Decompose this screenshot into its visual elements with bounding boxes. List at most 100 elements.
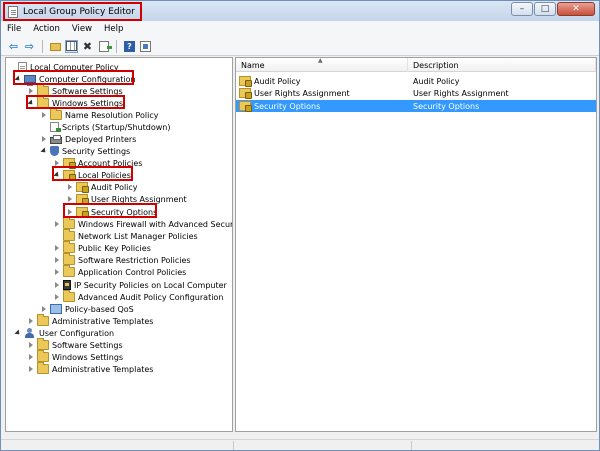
title-bar[interactable]: Local Group Policy Editor – □ ✕ xyxy=(1,1,599,21)
menu-file[interactable]: File xyxy=(7,24,21,34)
tree-item-user-configuration[interactable]: User Configuration xyxy=(14,327,114,339)
menu-view[interactable]: View xyxy=(72,24,92,34)
tree-item-computer-configuration[interactable]: Computer Configuration xyxy=(14,73,136,86)
folder-lock-icon xyxy=(239,76,252,87)
close-button[interactable]: ✕ xyxy=(557,2,595,16)
tree-pane[interactable]: Local Computer Policy Computer Configura… xyxy=(5,57,233,432)
tree-item-scripts[interactable]: Scripts (Startup/Shutdown) xyxy=(40,121,170,133)
tree-item-name-resolution-policy[interactable]: Name Resolution Policy xyxy=(40,108,159,121)
tree-item-label: Account Policies xyxy=(78,158,143,168)
tree-item-user-rights-assignment[interactable]: User Rights Assignment xyxy=(66,193,187,205)
expand-toggle[interactable] xyxy=(40,304,48,314)
tree-item-ip-security[interactable]: IP Security Policies on Local Computer xyxy=(53,279,227,291)
qos-icon xyxy=(50,304,62,314)
toolbar-separator xyxy=(116,39,117,53)
back-button[interactable]: ⇦ xyxy=(7,40,20,53)
tree-item-label: User Rights Assignment xyxy=(91,194,187,204)
expand-toggle[interactable] xyxy=(53,267,61,277)
tree-item-label: Application Control Policies xyxy=(78,267,187,277)
delete-button[interactable]: ✖ xyxy=(81,40,94,53)
tree-item-security-options[interactable]: Security Options xyxy=(66,206,157,218)
expand-toggle[interactable] xyxy=(53,280,61,290)
tree-item-label: IP Security Policies on Local Computer xyxy=(74,280,227,290)
tree-item-account-policies[interactable]: Account Policies xyxy=(53,157,142,169)
properties-button[interactable] xyxy=(139,40,152,53)
expand-toggle[interactable] xyxy=(27,98,35,108)
expand-toggle[interactable] xyxy=(53,158,61,168)
maximize-button[interactable]: □ xyxy=(534,2,556,16)
expand-toggle[interactable] xyxy=(53,243,61,253)
expand-toggle[interactable] xyxy=(66,182,74,192)
user-icon xyxy=(24,328,36,338)
tree-item-user-administrative-templates[interactable]: Administrative Templates xyxy=(27,362,153,375)
tree-item-policy-qos[interactable]: Policy-based QoS xyxy=(40,303,134,315)
expand-toggle[interactable] xyxy=(53,219,61,229)
expand-toggle[interactable] xyxy=(66,194,74,204)
forward-button[interactable]: ⇨ xyxy=(23,40,36,53)
tree-item-label: Windows Settings xyxy=(52,98,124,108)
expand-toggle[interactable] xyxy=(27,316,35,326)
folder-lock-icon xyxy=(63,158,76,169)
details-pane[interactable]: ▲ Name Description Audit Policy Audit Po… xyxy=(235,57,597,432)
tree-item-label: Security Options xyxy=(91,207,158,217)
tree-item-label: Windows Settings xyxy=(52,352,124,362)
folder-lock-icon xyxy=(239,101,252,112)
folder-icon xyxy=(37,350,49,362)
expand-toggle[interactable] xyxy=(40,134,48,144)
show-hide-tree-button[interactable] xyxy=(65,39,78,53)
list-item-user-rights-assignment[interactable]: User Rights Assignment User Rights Assig… xyxy=(236,87,596,99)
expand-toggle[interactable] xyxy=(14,74,22,84)
tree-item-label: Software Restriction Policies xyxy=(78,255,191,265)
tree-item-label: User Configuration xyxy=(39,328,115,338)
tree-item-label: Software Settings xyxy=(52,86,123,96)
expand-toggle[interactable] xyxy=(53,170,61,180)
expand-toggle[interactable] xyxy=(14,328,22,338)
menu-action[interactable]: Action xyxy=(33,24,60,34)
forward-arrow-icon: ⇨ xyxy=(24,39,35,53)
expand-toggle[interactable] xyxy=(53,292,61,302)
folder-icon xyxy=(37,84,49,96)
expand-toggle[interactable] xyxy=(40,146,48,156)
column-header-description[interactable]: Description xyxy=(408,58,596,72)
tree-item-advanced-audit[interactable]: Advanced Audit Policy Configuration xyxy=(53,290,223,303)
list-header: ▲ Name Description xyxy=(236,58,596,72)
export-list-button[interactable] xyxy=(97,40,112,53)
minimize-button[interactable]: – xyxy=(511,2,533,16)
column-header-name[interactable]: ▲ Name xyxy=(236,58,408,72)
up-one-level-button[interactable] xyxy=(49,40,62,53)
up-folder-icon xyxy=(50,43,61,51)
expand-toggle[interactable] xyxy=(66,207,74,217)
tree-item-label: Windows Firewall with Advanced Security xyxy=(78,219,233,229)
tree-item-software-restriction[interactable]: Software Restriction Policies xyxy=(53,253,191,266)
expand-toggle[interactable] xyxy=(53,255,61,265)
list-item-audit-policy[interactable]: Audit Policy Audit Policy xyxy=(236,75,596,87)
tree-item-administrative-templates[interactable]: Administrative Templates xyxy=(27,314,153,327)
tree-item-local-policies[interactable]: Local Policies xyxy=(53,169,131,181)
expand-toggle[interactable] xyxy=(40,110,48,120)
menu-help[interactable]: Help xyxy=(104,24,123,34)
tree-item-network-list-manager[interactable]: Network List Manager Policies xyxy=(53,229,198,242)
properties-icon xyxy=(140,40,151,52)
folder-icon xyxy=(63,217,75,229)
list-item-security-options[interactable]: Security Options Security Options xyxy=(236,100,596,112)
tree-item-label: Local Computer Policy xyxy=(30,62,119,72)
tree-item-local-computer-policy[interactable]: Local Computer Policy xyxy=(8,61,119,73)
expand-toggle[interactable] xyxy=(27,364,35,374)
tree-item-label: Policy-based QoS xyxy=(65,304,134,314)
ip-security-icon xyxy=(63,280,71,290)
help-button[interactable]: ? xyxy=(123,40,136,53)
folder-icon xyxy=(37,96,49,108)
folder-lock-icon xyxy=(76,182,89,193)
tree-item-windows-firewall[interactable]: Windows Firewall with Advanced Security xyxy=(53,217,233,230)
tree-item-windows-settings[interactable]: Windows Settings xyxy=(27,96,124,109)
expand-toggle[interactable] xyxy=(27,86,35,96)
folder-icon xyxy=(63,229,75,241)
tree-item-security-settings[interactable]: Security Settings xyxy=(40,145,130,157)
tree-item-application-control[interactable]: Application Control Policies xyxy=(53,265,187,278)
folder-icon xyxy=(63,265,75,277)
tree-item-audit-policy[interactable]: Audit Policy xyxy=(66,181,138,193)
expand-toggle[interactable] xyxy=(27,352,35,362)
title-highlight: Local Group Policy Editor xyxy=(3,2,142,21)
tree-item-deployed-printers[interactable]: Deployed Printers xyxy=(40,133,136,145)
expand-toggle[interactable] xyxy=(27,340,35,350)
